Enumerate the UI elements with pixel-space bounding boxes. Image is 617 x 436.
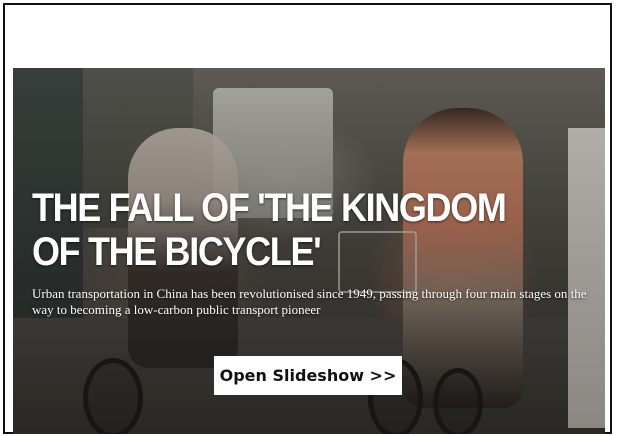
slide-subtitle: Urban transportation in China has been r… — [32, 286, 587, 317]
hero-slide: THE FALL OF 'THE KINGDOM OF THE BICYCLE'… — [13, 68, 605, 434]
open-slideshow-button[interactable]: Open Slideshow >> — [214, 356, 402, 395]
slide-title: THE FALL OF 'THE KINGDOM OF THE BICYCLE' — [32, 186, 507, 274]
